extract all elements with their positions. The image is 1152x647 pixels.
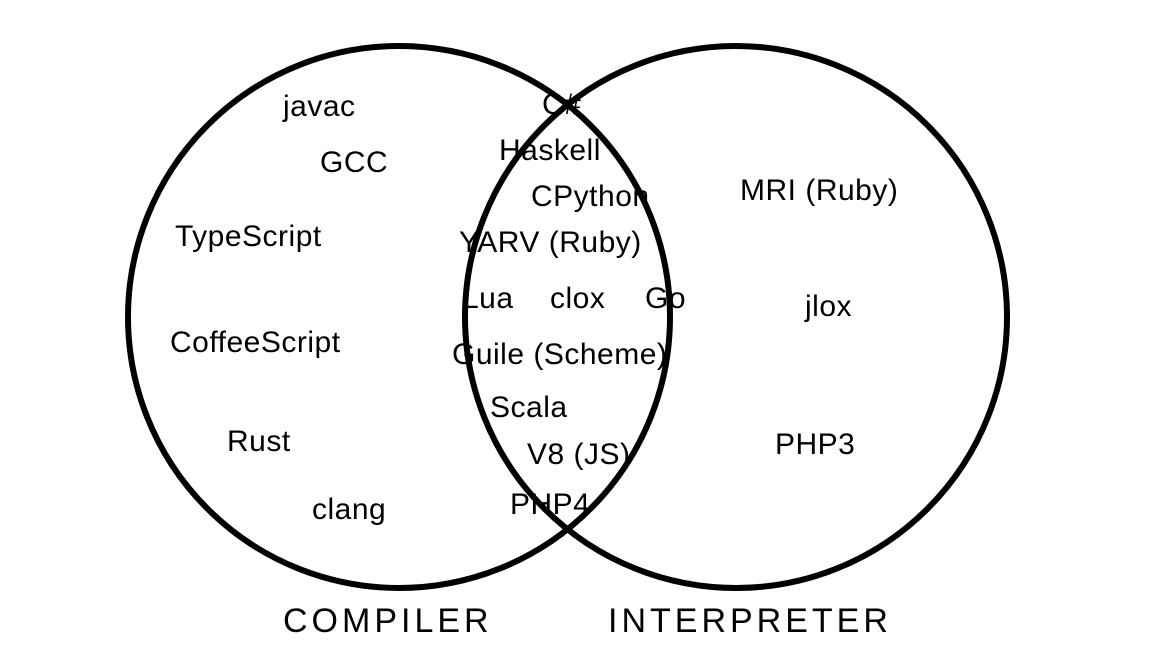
item-coffeescript: CoffeeScript	[170, 328, 341, 358]
item-yarv: YARV (Ruby)	[459, 228, 642, 258]
item-guile: Guile (Scheme)	[452, 340, 667, 370]
item-cpython: CPython	[531, 182, 650, 212]
item-typescript: TypeScript	[175, 222, 322, 252]
venn-diagram: javac GCC TypeScript CoffeeScript Rust c…	[0, 0, 1152, 647]
item-gcc: GCC	[320, 148, 388, 178]
item-clox: clox	[550, 284, 605, 314]
item-v8: V8 (JS)	[527, 440, 631, 470]
item-csharp: C#	[542, 90, 581, 120]
item-clang: clang	[312, 495, 386, 525]
item-scala: Scala	[490, 393, 568, 423]
item-go: Go	[645, 284, 686, 314]
item-javac: javac	[283, 92, 356, 122]
item-php3: PHP3	[775, 430, 855, 460]
item-rust: Rust	[227, 427, 291, 457]
item-mri: MRI (Ruby)	[740, 176, 898, 206]
item-haskell: Haskell	[499, 136, 601, 166]
interpreter-label: INTERPRETER	[608, 602, 892, 641]
item-php4: PHP4	[510, 490, 590, 520]
item-lua: Lua	[462, 284, 514, 314]
compiler-label: COMPILER	[283, 602, 493, 641]
item-jlox: jlox	[805, 292, 852, 322]
